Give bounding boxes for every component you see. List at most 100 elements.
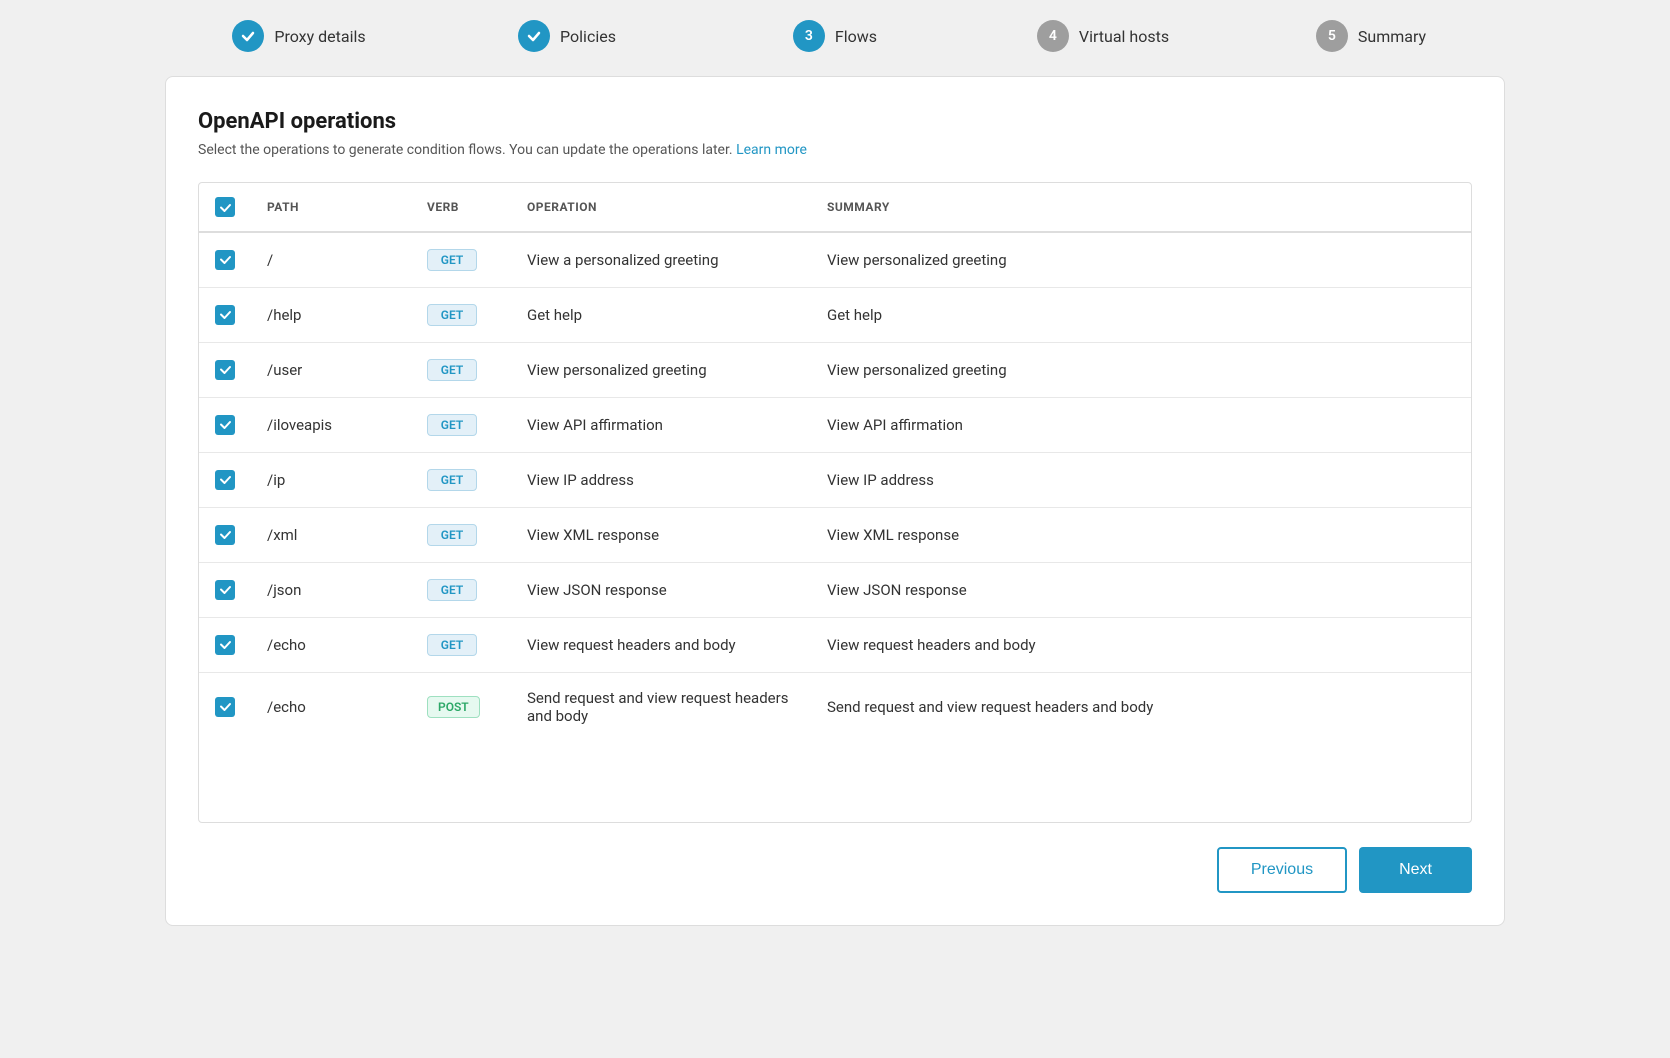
- row-operation-5: View XML response: [511, 508, 811, 563]
- header-path: PATH: [251, 183, 411, 232]
- table-row: /echo POST Send request and view request h…: [199, 673, 1471, 742]
- header-summary: SUMMARY: [811, 183, 1471, 232]
- step-1-label: Proxy details: [274, 27, 365, 46]
- verb-badge-8: POST: [427, 696, 480, 718]
- main-card: OpenAPI operations Select the operations…: [165, 76, 1505, 926]
- table-row: /json GET View JSON responseView JSON resp…: [199, 563, 1471, 618]
- card-subtitle: Select the operations to generate condit…: [198, 142, 1472, 158]
- row-checkbox-cell-4: [199, 453, 251, 508]
- row-checkbox-3[interactable]: [215, 415, 235, 435]
- row-summary-4: View IP address: [811, 453, 1471, 508]
- step-summary[interactable]: 5 Summary: [1237, 20, 1505, 52]
- row-checkbox-cell-1: [199, 288, 251, 343]
- row-operation-3: View API affirmation: [511, 398, 811, 453]
- verb-badge-2: GET: [427, 359, 477, 381]
- row-verb-3: GET: [411, 398, 511, 453]
- step-virtual-hosts[interactable]: 4 Virtual hosts: [969, 20, 1237, 52]
- next-button[interactable]: Next: [1359, 847, 1472, 893]
- step-3-label: Flows: [835, 27, 877, 46]
- row-checkbox-2[interactable]: [215, 360, 235, 380]
- row-summary-2: View personalized greeting: [811, 343, 1471, 398]
- verb-badge-6: GET: [427, 579, 477, 601]
- select-all-checkbox[interactable]: [215, 197, 235, 217]
- row-path-3: /iloveapis: [251, 398, 411, 453]
- table-row: /xml GET View XML responseView XML respons…: [199, 508, 1471, 563]
- row-summary-1: Get help: [811, 288, 1471, 343]
- row-checkbox-8[interactable]: [215, 697, 235, 717]
- verb-badge-0: GET: [427, 249, 477, 271]
- row-checkbox-7[interactable]: [215, 635, 235, 655]
- step-proxy-details[interactable]: Proxy details: [165, 20, 433, 52]
- row-checkbox-cell-5: [199, 508, 251, 563]
- row-operation-1: Get help: [511, 288, 811, 343]
- row-summary-3: View API affirmation: [811, 398, 1471, 453]
- table-row: /iloveapis GET View API affirmationView AP…: [199, 398, 1471, 453]
- row-operation-6: View JSON response: [511, 563, 811, 618]
- table-row: /help GET Get helpGet help: [199, 288, 1471, 343]
- verb-badge-3: GET: [427, 414, 477, 436]
- row-checkbox-5[interactable]: [215, 525, 235, 545]
- row-summary-6: View JSON response: [811, 563, 1471, 618]
- row-verb-1: GET: [411, 288, 511, 343]
- row-checkbox-cell-6: [199, 563, 251, 618]
- row-path-1: /help: [251, 288, 411, 343]
- step-5-label: Summary: [1358, 27, 1426, 46]
- step-flows[interactable]: 3 Flows: [701, 20, 969, 52]
- row-path-2: /user: [251, 343, 411, 398]
- table-row: / GET View a personalized greetingView per…: [199, 232, 1471, 288]
- row-verb-0: GET: [411, 232, 511, 288]
- previous-button[interactable]: Previous: [1217, 847, 1347, 893]
- row-path-5: /xml: [251, 508, 411, 563]
- learn-more-link[interactable]: Learn more: [736, 142, 807, 158]
- header-verb: VERB: [411, 183, 511, 232]
- row-checkbox-6[interactable]: [215, 580, 235, 600]
- row-summary-5: View XML response: [811, 508, 1471, 563]
- row-operation-4: View IP address: [511, 453, 811, 508]
- operations-table-container: PATH VERB OPERATION SUMMARY / GET View a p…: [198, 182, 1472, 823]
- step-policies[interactable]: Policies: [433, 20, 701, 52]
- row-verb-7: GET: [411, 618, 511, 673]
- verb-badge-7: GET: [427, 634, 477, 656]
- row-summary-8: Send request and view request headers an…: [811, 673, 1471, 742]
- row-checkbox-1[interactable]: [215, 305, 235, 325]
- table-row: /echoGETView request headers and bodyVie…: [199, 618, 1471, 673]
- verb-badge-1: GET: [427, 304, 477, 326]
- row-path-7: /echo: [251, 618, 411, 673]
- step-2-circle: [518, 20, 550, 52]
- row-verb-6: GET: [411, 563, 511, 618]
- row-summary-0: View personalized greeting: [811, 232, 1471, 288]
- row-path-8: /echo: [251, 673, 411, 742]
- row-checkbox-cell-0: [199, 232, 251, 288]
- row-operation-2: View personalized greeting: [511, 343, 811, 398]
- row-checkbox-4[interactable]: [215, 470, 235, 490]
- row-operation-8: Send request and view request headers an…: [511, 673, 811, 742]
- card-title: OpenAPI operations: [198, 109, 1472, 134]
- row-checkbox-cell-2: [199, 343, 251, 398]
- row-summary-7: View request headers and body: [811, 618, 1471, 673]
- step-5-circle: 5: [1316, 20, 1348, 52]
- header-operation: OPERATION: [511, 183, 811, 232]
- row-path-0: /: [251, 232, 411, 288]
- card-footer: Previous Next: [198, 847, 1472, 893]
- stepper: Proxy details Policies 3 Flows 4 Virtual…: [165, 20, 1505, 52]
- step-4-label: Virtual hosts: [1079, 27, 1169, 46]
- row-checkbox-0[interactable]: [215, 250, 235, 270]
- row-path-6: /json: [251, 563, 411, 618]
- step-2-label: Policies: [560, 27, 616, 46]
- row-verb-5: GET: [411, 508, 511, 563]
- operations-table: PATH VERB OPERATION SUMMARY / GET View a p…: [199, 183, 1471, 741]
- row-checkbox-cell-7: [199, 618, 251, 673]
- table-row: /ipGETView IP addressView IP address: [199, 453, 1471, 508]
- verb-badge-5: GET: [427, 524, 477, 546]
- header-checkbox-cell: [199, 183, 251, 232]
- row-verb-2: GET: [411, 343, 511, 398]
- step-4-circle: 4: [1037, 20, 1069, 52]
- row-operation-0: View a personalized greeting: [511, 232, 811, 288]
- row-verb-8: POST: [411, 673, 511, 742]
- table-row: /user GET View personalized greetingView p…: [199, 343, 1471, 398]
- step-3-circle: 3: [793, 20, 825, 52]
- table-scroll-area[interactable]: PATH VERB OPERATION SUMMARY / GET View a p…: [199, 183, 1471, 741]
- row-path-4: /ip: [251, 453, 411, 508]
- step-1-circle: [232, 20, 264, 52]
- row-checkbox-cell-3: [199, 398, 251, 453]
